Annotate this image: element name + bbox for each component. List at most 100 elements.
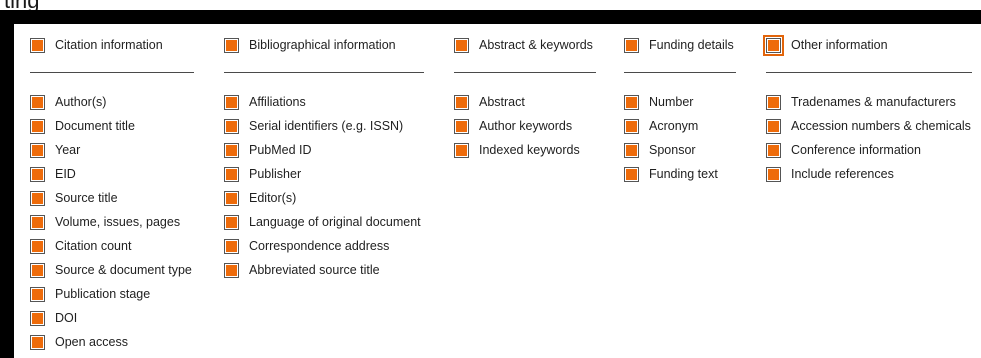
field-option[interactable]: PubMed ID — [224, 138, 421, 162]
field-checkbox[interactable] — [224, 118, 239, 134]
field-option[interactable]: Serial identifiers (e.g. ISSN) — [224, 114, 421, 138]
field-option[interactable]: Volume, issues, pages — [30, 210, 192, 234]
column-divider — [454, 72, 596, 73]
field-checkbox[interactable] — [624, 142, 639, 158]
field-option[interactable]: Language of original document — [224, 210, 421, 234]
field-option[interactable]: Number — [624, 90, 718, 114]
column-header-label: Citation information — [55, 38, 163, 52]
field-checkbox[interactable] — [30, 238, 45, 254]
column-header-label: Abstract & keywords — [479, 38, 593, 52]
column-header-citation-information[interactable]: Citation information — [30, 36, 163, 54]
column-divider — [224, 72, 424, 73]
field-label: Affiliations — [249, 95, 306, 109]
field-checkbox[interactable] — [224, 142, 239, 158]
field-label: Open access — [55, 335, 128, 349]
field-option[interactable]: Conference information — [766, 138, 971, 162]
select-all-other-checkbox[interactable] — [763, 34, 784, 56]
field-checkbox[interactable] — [30, 214, 45, 230]
field-option[interactable]: Abstract — [454, 90, 580, 114]
field-checkbox[interactable] — [30, 262, 45, 278]
field-checkbox[interactable] — [224, 214, 239, 230]
field-checkbox[interactable] — [624, 94, 639, 110]
field-checkbox[interactable] — [454, 94, 469, 110]
select-all-abstract-checkbox[interactable] — [454, 37, 469, 53]
field-option[interactable]: Editor(s) — [224, 186, 421, 210]
field-checkbox[interactable] — [30, 94, 45, 110]
field-option[interactable]: Source title — [30, 186, 192, 210]
field-option[interactable]: Open access — [30, 330, 192, 354]
other-field-list: Tradenames & manufacturers Accession num… — [766, 90, 971, 186]
field-label: Author(s) — [55, 95, 107, 109]
field-option[interactable]: Accession numbers & chemicals — [766, 114, 971, 138]
field-checkbox[interactable] — [224, 238, 239, 254]
field-option[interactable]: Tradenames & manufacturers — [766, 90, 971, 114]
field-checkbox[interactable] — [624, 166, 639, 182]
field-label: Conference information — [791, 143, 921, 157]
column-header-bibliographical-information[interactable]: Bibliographical information — [224, 36, 396, 54]
column-header-other-information[interactable]: Other information — [763, 34, 888, 56]
field-checkbox[interactable] — [224, 166, 239, 182]
column-header-label: Other information — [791, 38, 888, 52]
field-option[interactable]: Include references — [766, 162, 971, 186]
field-option[interactable]: Author(s) — [30, 90, 192, 114]
field-option[interactable]: Year — [30, 138, 192, 162]
field-option[interactable]: Citation count — [30, 234, 192, 258]
field-option[interactable]: Sponsor — [624, 138, 718, 162]
field-label: Tradenames & manufacturers — [791, 95, 956, 109]
field-label: Language of original document — [249, 215, 421, 229]
column-header-abstract-keywords[interactable]: Abstract & keywords — [454, 36, 593, 54]
field-option[interactable]: Source & document type — [30, 258, 192, 282]
field-label: Volume, issues, pages — [55, 215, 181, 229]
abstract-field-list: Abstract Author keywords Indexed keyword… — [454, 90, 580, 162]
field-checkbox[interactable] — [30, 118, 45, 134]
field-label: PubMed ID — [249, 143, 312, 157]
field-label: Serial identifiers (e.g. ISSN) — [249, 119, 404, 133]
field-option[interactable]: Affiliations — [224, 90, 421, 114]
column-divider — [766, 72, 972, 73]
field-label: Source title — [55, 191, 118, 205]
column-header-funding-details[interactable]: Funding details — [624, 36, 734, 54]
field-checkbox[interactable] — [30, 310, 45, 326]
field-checkbox[interactable] — [30, 166, 45, 182]
field-checkbox[interactable] — [624, 118, 639, 134]
field-option[interactable]: Acronym — [624, 114, 718, 138]
field-option[interactable]: Publication stage — [30, 282, 192, 306]
field-label: Accession numbers & chemicals — [791, 119, 971, 133]
field-checkbox[interactable] — [30, 142, 45, 158]
bibliographical-field-list: Affiliations Serial identifiers (e.g. IS… — [224, 90, 421, 282]
field-checkbox[interactable] — [766, 94, 781, 110]
select-all-citation-checkbox[interactable] — [30, 37, 45, 53]
field-label: Author keywords — [479, 119, 573, 133]
field-checkbox[interactable] — [454, 118, 469, 134]
field-checkbox[interactable] — [224, 94, 239, 110]
field-checkbox[interactable] — [224, 262, 239, 278]
field-checkbox[interactable] — [30, 190, 45, 206]
field-option[interactable]: DOI — [30, 306, 192, 330]
field-checkbox[interactable] — [224, 190, 239, 206]
field-option[interactable]: EID — [30, 162, 192, 186]
column-header-label: Bibliographical information — [249, 38, 396, 52]
field-option[interactable]: Author keywords — [454, 114, 580, 138]
field-checkbox[interactable] — [766, 166, 781, 182]
field-option[interactable]: Correspondence address — [224, 234, 421, 258]
field-option[interactable]: Funding text — [624, 162, 718, 186]
field-checkbox[interactable] — [766, 142, 781, 158]
field-label: Funding text — [649, 167, 718, 181]
field-checkbox[interactable] — [454, 142, 469, 158]
field-label: Abstract — [479, 95, 525, 109]
field-label: Document title — [55, 119, 135, 133]
field-label: Source & document type — [55, 263, 192, 277]
field-label: Publisher — [249, 167, 302, 181]
select-all-bibliographical-checkbox[interactable] — [224, 37, 239, 53]
field-checkbox[interactable] — [30, 286, 45, 302]
field-option[interactable]: Document title — [30, 114, 192, 138]
select-all-funding-checkbox[interactable] — [624, 37, 639, 53]
funding-field-list: Number Acronym Sponsor Funding text — [624, 90, 718, 186]
field-checkbox[interactable] — [766, 118, 781, 134]
column-divider — [624, 72, 736, 73]
field-option[interactable]: Publisher — [224, 162, 421, 186]
field-option[interactable]: Abbreviated source title — [224, 258, 421, 282]
field-option[interactable]: Indexed keywords — [454, 138, 580, 162]
column-header-label: Funding details — [649, 38, 734, 52]
field-checkbox[interactable] — [30, 334, 45, 350]
